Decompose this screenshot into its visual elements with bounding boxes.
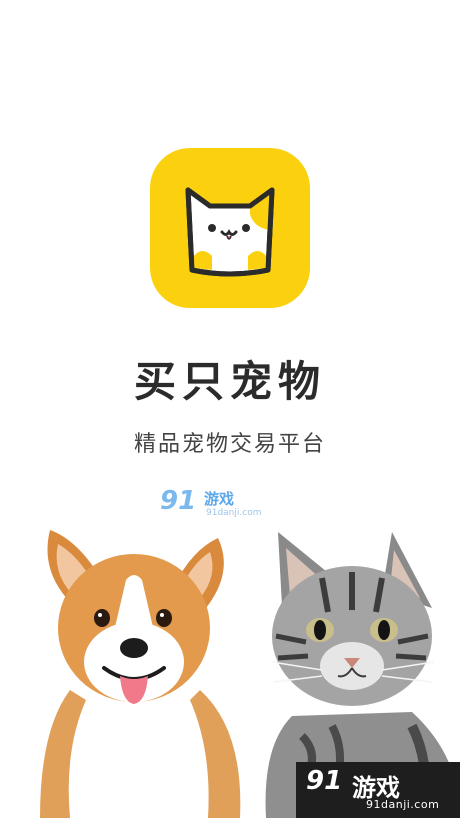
watermark-url: 91danji.com bbox=[366, 798, 440, 811]
watermark-text: 游戏 bbox=[204, 490, 235, 508]
watermark-mark: 91 bbox=[306, 766, 343, 796]
app-logo-icon bbox=[150, 148, 310, 308]
app-name: 买只宠物 bbox=[133, 357, 326, 406]
app-slogan: 精品宠物交易平台 bbox=[133, 432, 326, 457]
watermark-logo-bottom: 91 游戏 91danji.com bbox=[296, 762, 460, 818]
cat-face-icon bbox=[185, 187, 275, 277]
corgi-dog-image bbox=[30, 510, 250, 822]
